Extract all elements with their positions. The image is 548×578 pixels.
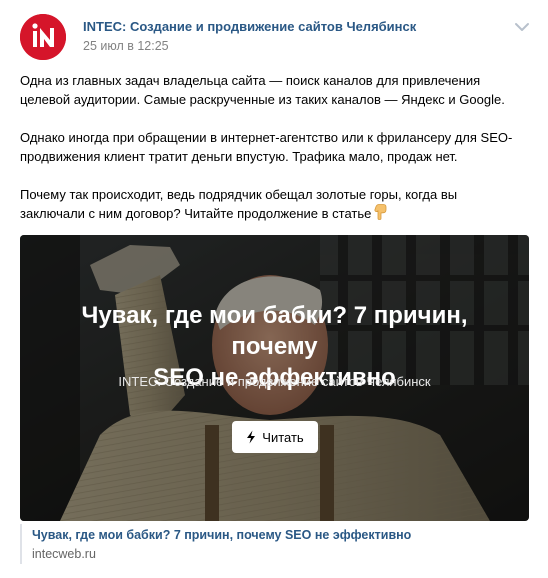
pointing-down-hand-icon — [374, 204, 387, 220]
post-paragraph: Одна из главных задач владельца сайта — … — [20, 71, 530, 109]
link-title[interactable]: Чувак, где мои бабки? 7 причин, почему S… — [32, 528, 529, 542]
post-header: INTEC: Создание и продвижение сайтов Чел… — [20, 14, 530, 60]
read-button-label: Читать — [262, 429, 304, 445]
article-snippet[interactable]: Чувак, где мои бабки? 7 причин, почему S… — [20, 235, 529, 521]
lightning-icon — [247, 430, 256, 444]
avatar[interactable] — [20, 14, 66, 60]
post-text-line: Одна из главных задач владельца сайта — … — [20, 73, 481, 88]
post-author[interactable]: INTEC: Создание и продвижение сайтов Чел… — [83, 19, 416, 34]
post-text: Одна из главных задач владельца сайта — … — [20, 71, 530, 223]
post-paragraph: Однако иногда при обращении в интернет-а… — [20, 128, 530, 166]
post-text-line: Почему так происходит, ведь подрядчик об… — [20, 187, 458, 202]
intec-logo-icon — [20, 14, 66, 60]
post-text-line: продвижения клиент тратит деньги впустую… — [20, 149, 458, 164]
post-text-line: целевой аудитории. Самые раскрученные из… — [20, 92, 505, 107]
post-text-line: Однако иногда при обращении в интернет-а… — [20, 130, 513, 145]
post-date[interactable]: 25 июл в 12:25 — [83, 39, 169, 53]
post-paragraph: Почему так происходит, ведь подрядчик об… — [20, 185, 530, 223]
post-text-line: заключали с ним договор? Читайте продолж… — [20, 206, 372, 221]
snippet-site-name: INTEC: Создание и продвижение сайтов Чел… — [118, 374, 431, 389]
snippet-title-line: Чувак, где мои бабки? 7 причин, почему — [81, 302, 468, 360]
link-domain: intecweb.ru — [32, 547, 96, 561]
read-button[interactable]: Читать — [232, 421, 318, 453]
link-attachment: Чувак, где мои бабки? 7 причин, почему S… — [20, 524, 529, 564]
chevron-down-icon[interactable] — [514, 22, 530, 32]
